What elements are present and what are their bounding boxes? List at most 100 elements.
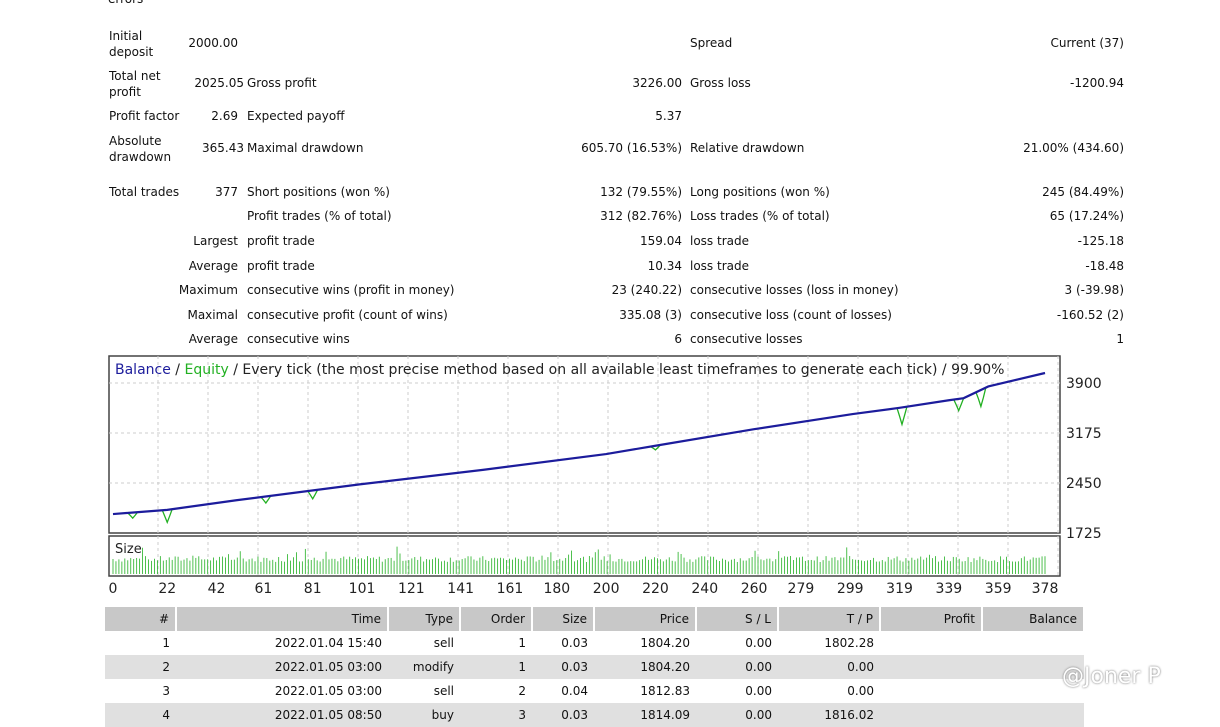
total-trades-value: 377 [215,185,238,199]
gross-profit-label: Gross profit [247,76,317,90]
short-positions-label: Short positions (won %) [247,185,390,199]
profit-factor-value: 2.69 [211,109,238,123]
x-tick-label: 240 [691,581,718,597]
chart-subtitle: / Every tick (the most precise method ba… [229,362,1005,378]
initial-deposit-value: 2000.00 [188,36,238,50]
size-panel [108,535,1061,577]
column-header[interactable]: Size [532,607,595,631]
table-cell: 2 [105,655,176,679]
x-tick-label: 61 [254,581,272,597]
stat-row-value: 23 (240.22) [611,283,682,297]
stat-row-value: -18.48 [1085,258,1124,273]
column-header[interactable]: T / P [778,607,881,631]
maximal-drawdown-value: 605.70 (16.53%) [581,141,682,155]
stat-row-label: consecutive losses [690,332,803,346]
initial-deposit-label: Initial deposit [109,29,154,59]
table-row: 3 2022.01.05 03:00 sell 2 0.04 1812.83 0.00 0.0… [105,679,1084,703]
table-cell: 1812.83 [640,684,690,698]
stat-row-value: 10.34 [647,258,682,273]
total-net-profit-label: Total net profit [109,69,161,99]
gross-loss-label: Gross loss [690,76,751,90]
table-cell: 0.04 [561,684,588,698]
column-header[interactable]: Price [594,607,697,631]
stat-row-label: consecutive loss (count of losses) [690,307,892,322]
table-cell: 0.00 [696,655,778,679]
table-row: 2 2022.01.05 03:00 modify 1 0.03 1804.20 0.00 0… [105,655,1084,679]
stat-row-label: consecutive wins [247,332,350,346]
table-cell [982,703,1084,727]
long-positions-value: 245 (84.49%) [1042,185,1124,199]
errors-label: errors [108,0,143,6]
table-cell: 2022.01.05 03:00 [176,655,388,679]
table-cell: 1814.09 [594,703,696,727]
table-cell: 1804.20 [594,655,696,679]
table-cell [880,631,982,655]
maximal-drawdown-label: Maximal drawdown [247,141,364,155]
stat-row-value: 3 (-39.98) [1064,283,1125,297]
table-cell: 2022.01.04 15:40 [274,636,382,650]
profit-factor-label: Profit factor [109,109,180,123]
column-header[interactable]: Time [176,607,389,631]
stat-row-value: 1 [1116,332,1124,346]
table-cell [880,679,982,703]
x-tick-label: 299 [837,581,864,597]
absolute-drawdown-label: Absolute drawdown [109,134,172,164]
table-cell: 0.03 [532,703,594,727]
x-tick-label: 161 [497,581,524,597]
relative-drawdown-label: Relative drawdown [690,141,805,155]
x-tick-label: 220 [642,581,669,597]
table-cell: 2 [518,684,526,698]
table-cell: 4 [105,703,176,727]
stat-row-prefix: Largest [193,234,238,248]
table-row: 1 2022.01.04 15:40 sell 1 0.03 1804.20 0.00 180… [105,631,1084,655]
stat-row-value: 335.08 (3) [619,307,682,322]
stat-row-prefix: Average [188,332,238,346]
table-cell: 0.00 [745,684,772,698]
stat-row-label: consecutive losses (loss in money) [690,283,899,297]
expected-payoff-label: Expected payoff [247,109,345,123]
column-header[interactable]: Balance [982,607,1085,631]
table-cell: 1816.02 [778,703,880,727]
table-cell: 0.03 [532,655,594,679]
watermark: @Joner P [1062,664,1161,689]
title-separator: / [171,362,185,378]
column-header[interactable]: # [105,607,177,631]
x-tick-label: 141 [447,581,474,597]
stat-row-prefix: Average [188,258,238,273]
trades-table: # Time Type Order Size Price S / LT / P Profit B… [105,607,1085,727]
column-header[interactable]: Order [460,607,533,631]
table-row: 4 2022.01.05 08:50 buy 3 0.03 1814.09 0.00 1816… [105,703,1084,727]
x-tick-label: 101 [349,581,376,597]
stat-row-label: profit trade [247,234,315,248]
column-header[interactable]: S / L [696,607,779,631]
legend-equity: Equity [184,362,228,378]
stat-row-label: loss trade [690,258,749,273]
x-tick-label: 279 [788,581,815,597]
table-cell: 1804.20 [640,636,690,650]
stat-row-value: 159.04 [640,234,682,248]
table-cell: 1 [162,636,170,650]
short-positions-value: 132 (79.55%) [600,185,682,199]
balance-equity-chart: 3900 3175 2450 1725 0 22 42 61 81 101 121 141 161 180… [108,355,1102,597]
total-net-profit-value: 2025.05 [194,76,244,90]
stat-row-label: loss trade [690,234,749,248]
table-cell: 1 [518,636,526,650]
table-cell: modify [388,655,460,679]
column-header[interactable]: Type [388,607,461,631]
table-cell: sell [433,684,454,698]
total-trades-label: Total trades [109,185,180,199]
size-label: Size [115,542,142,557]
y-tick-label: 3900 [1066,376,1102,392]
legend-balance: Balance [115,362,171,378]
table-cell: 2022.01.05 03:00 [274,684,382,698]
table-cell: 0.00 [696,703,778,727]
table-cell [880,703,982,727]
column-header[interactable]: Profit [880,607,983,631]
spread-label: Spread [690,36,733,50]
table-cell: 0.00 [847,684,874,698]
stat-row-label: consecutive profit (count of wins) [247,307,448,322]
table-header-row: # Time Type Order Size Price S / LT / P Profit B… [105,607,1085,631]
stat-row-value: -160.52 (2) [1056,307,1124,322]
y-tick-label: 2450 [1066,476,1102,492]
loss-trades-value: 65 (17.24%) [1049,209,1124,223]
